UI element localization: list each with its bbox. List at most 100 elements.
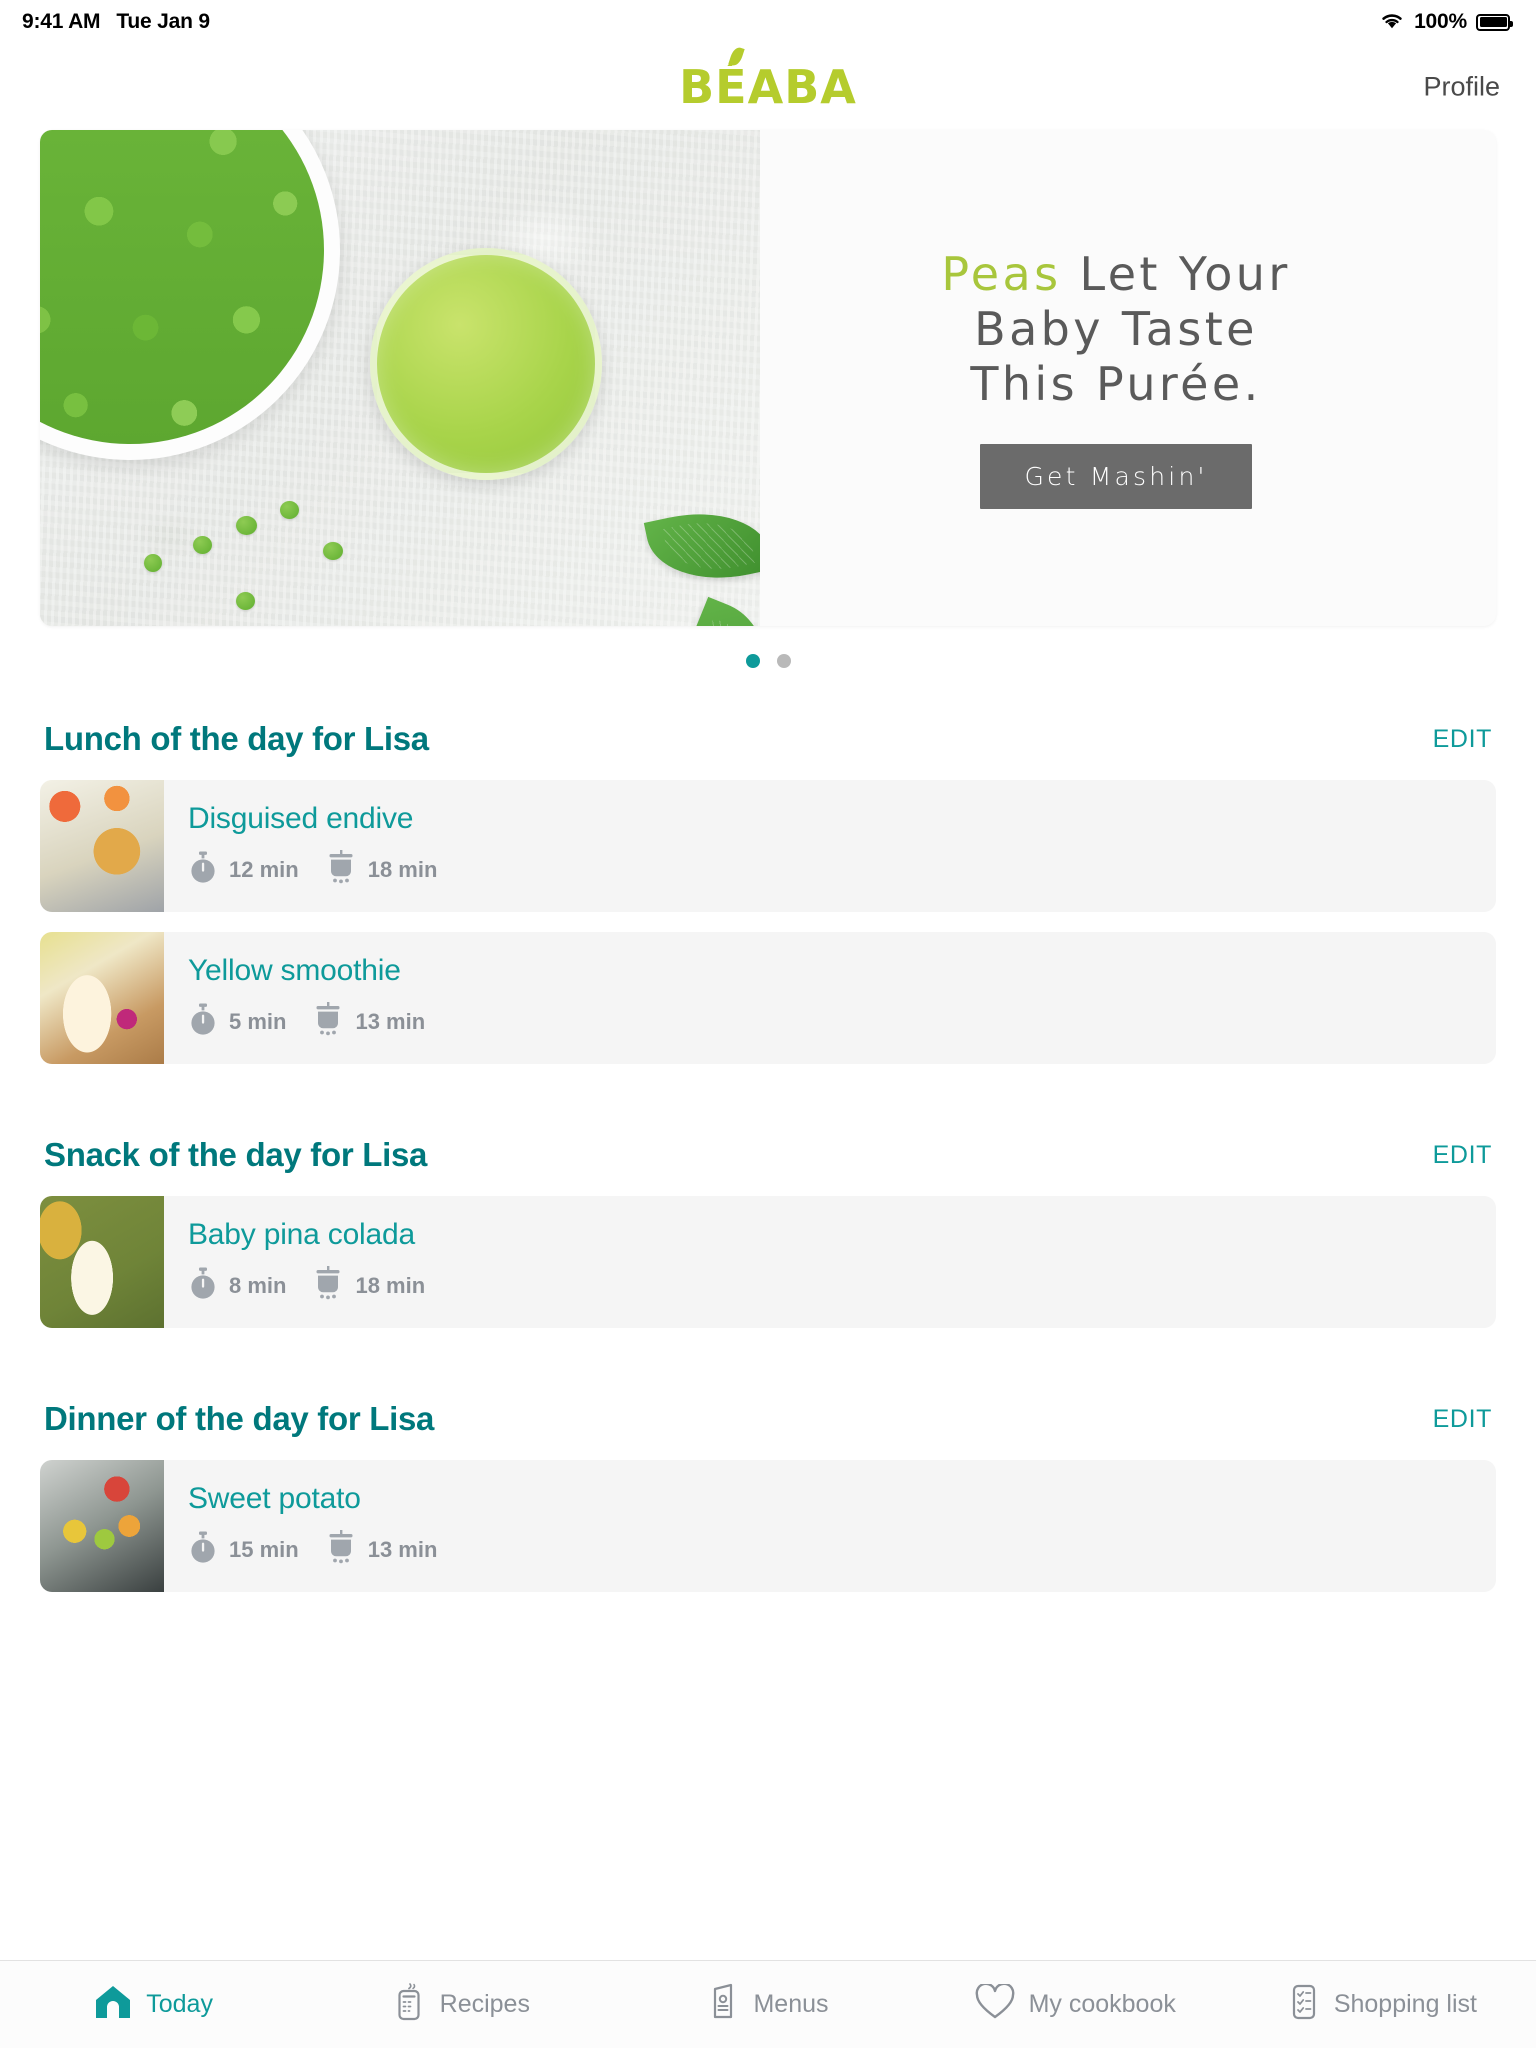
tab-label: Today — [146, 1990, 213, 2018]
recipe-meta: 12 min 18 min — [188, 850, 1496, 890]
carousel-dots — [0, 626, 1536, 668]
recipe-card[interactable]: Sweet potato 15 min 13 min — [40, 1460, 1496, 1592]
recipe-title: Yellow smoothie — [188, 954, 401, 987]
battery-percent: 100% — [1414, 10, 1467, 33]
battery-full-icon — [1476, 13, 1513, 31]
tab-label: Recipes — [439, 1990, 530, 2018]
get-mashin-button[interactable]: Get Mashin' — [980, 444, 1252, 510]
status-bar: 9:41 AM Tue Jan 9 100% — [0, 0, 1536, 44]
recipe-thumbnail-pina — [40, 1196, 164, 1328]
profile-link[interactable]: Profile — [1423, 72, 1500, 103]
stopwatch-icon — [188, 1531, 218, 1569]
checklist-icon — [1288, 1983, 1320, 2026]
steamer-pot-icon — [312, 1266, 344, 1306]
stopwatch-icon — [188, 1267, 218, 1305]
recipe-title: Sweet potato — [188, 1482, 361, 1515]
recipe-list: Sweet potato 15 min 13 min — [40, 1460, 1496, 1592]
hero-title-rest: Let Your — [1061, 246, 1291, 301]
cook-time-value: 13 min — [355, 1009, 426, 1034]
tab-label: Shopping list — [1333, 1990, 1477, 2018]
cook-time-meta: 13 min — [312, 1002, 425, 1042]
section-edit-link[interactable]: EDIT — [1433, 725, 1492, 754]
pea-decor — [144, 554, 162, 572]
hero-title-accent: Peas — [941, 246, 1062, 301]
steamer-pot-icon — [325, 1530, 357, 1570]
prep-time-meta: 8 min — [188, 1267, 286, 1305]
cook-time-value: 18 min — [367, 857, 438, 882]
carousel-dot-2[interactable] — [776, 654, 791, 668]
app-screen: 9:41 AM Tue Jan 9 100% BÉABA Profile Pea… — [0, 0, 1536, 2048]
recipe-list: Disguised endive 12 min 18 min Yellow sm… — [40, 780, 1496, 1064]
stopwatch-icon — [188, 851, 218, 889]
tab-shopping-list[interactable]: Shopping list — [1229, 1983, 1536, 2026]
recipe-thumbnail-smoothie — [40, 932, 164, 1064]
hero-title-line2: Baby Taste — [974, 301, 1258, 356]
recipe-thumbnail-sweet — [40, 1460, 164, 1592]
section-header: Snack of the day for Lisa EDIT — [40, 1084, 1496, 1196]
hero-slide[interactable]: Peas Let Your Baby Taste This Purée. Get… — [40, 130, 1496, 626]
meal-section-2: Dinner of the day for Lisa EDIT Sweet po… — [40, 1348, 1496, 1592]
status-bar-right: 100% — [1379, 10, 1513, 35]
tab-menus[interactable]: Menus — [614, 1983, 921, 2026]
recipe-meta: 15 min 13 min — [188, 1530, 1496, 1570]
cook-time-value: 18 min — [355, 1273, 426, 1298]
meal-section-0: Lunch of the day for Lisa EDIT Disguised… — [40, 668, 1496, 1064]
pea-decor — [323, 542, 343, 560]
section-edit-link[interactable]: EDIT — [1433, 1141, 1492, 1170]
pea-decor — [236, 516, 257, 535]
recipe-card[interactable]: Disguised endive 12 min 18 min — [40, 780, 1496, 912]
recipe-title: Disguised endive — [188, 802, 414, 835]
prep-time-meta: 12 min — [188, 851, 299, 889]
pea-decor — [236, 592, 255, 610]
heart-icon — [975, 1982, 1015, 2025]
prep-time-value: 12 min — [229, 857, 299, 882]
tab-recipes[interactable]: Recipes — [307, 1983, 614, 2026]
meal-section-1: Snack of the day for Lisa EDIT Baby pina… — [40, 1084, 1496, 1328]
section-edit-link[interactable]: EDIT — [1433, 1405, 1492, 1434]
tab-label: My cookbook — [1028, 1990, 1176, 2018]
section-title: Dinner of the day for Lisa — [44, 1400, 435, 1437]
home-icon — [94, 1984, 132, 2025]
wifi-icon — [1379, 10, 1405, 35]
cook-time-meta: 18 min — [325, 850, 438, 890]
stopwatch-icon — [188, 1003, 218, 1041]
steamer-pot-icon — [312, 1002, 344, 1042]
pea-decor — [193, 536, 212, 554]
recipe-card-body: Disguised endive 12 min 18 min — [164, 780, 1496, 912]
recipe-card[interactable]: Yellow smoothie 5 min 13 min — [40, 932, 1496, 1064]
recipe-card-icon — [392, 1983, 426, 2026]
hero-title-line3: This Purée. — [970, 357, 1262, 412]
cook-time-meta: 18 min — [312, 1266, 425, 1306]
prep-time-value: 5 min — [229, 1009, 287, 1034]
beaba-logo: BÉABA — [679, 45, 857, 114]
pea-decor — [280, 501, 299, 519]
section-title: Lunch of the day for Lisa — [44, 720, 429, 757]
status-time: 9:41 AM — [22, 10, 101, 33]
recipe-meta: 5 min 13 min — [188, 1002, 1496, 1042]
tab-label: Menus — [753, 1990, 829, 2018]
puree-bowl-image — [370, 248, 602, 480]
prep-time-meta: 5 min — [188, 1003, 286, 1041]
prep-time-value: 8 min — [229, 1273, 287, 1298]
tab-my-cookbook[interactable]: My cookbook — [922, 1982, 1229, 2025]
recipe-thumbnail-endive — [40, 780, 164, 912]
recipe-card-body: Baby pina colada 8 min 18 min — [164, 1196, 1496, 1328]
app-header: BÉABA Profile — [0, 44, 1536, 130]
status-date: Tue Jan 9 — [116, 10, 210, 33]
recipe-card[interactable]: Baby pina colada 8 min 18 min — [40, 1196, 1496, 1328]
recipe-meta: 8 min 18 min — [188, 1266, 1496, 1306]
hero-title: Peas Let Your Baby Taste This Purée. — [941, 247, 1290, 413]
meal-sections: Lunch of the day for Lisa EDIT Disguised… — [0, 668, 1536, 1960]
tab-today[interactable]: Today — [0, 1984, 307, 2025]
hero-image-peas-puree — [40, 130, 760, 626]
recipe-card-body: Yellow smoothie 5 min 13 min — [164, 932, 1496, 1064]
hero-text-panel: Peas Let Your Baby Taste This Purée. Get… — [760, 130, 1496, 626]
carousel-dot-1[interactable] — [745, 654, 760, 668]
cook-time-meta: 13 min — [325, 1530, 438, 1570]
recipe-title: Baby pina colada — [188, 1218, 415, 1251]
prep-time-value: 15 min — [229, 1537, 299, 1562]
status-bar-left: 9:41 AM Tue Jan 9 — [22, 10, 210, 34]
section-header: Dinner of the day for Lisa EDIT — [40, 1348, 1496, 1460]
cook-time-value: 13 min — [367, 1537, 438, 1562]
menu-booklet-icon — [707, 1983, 739, 2026]
